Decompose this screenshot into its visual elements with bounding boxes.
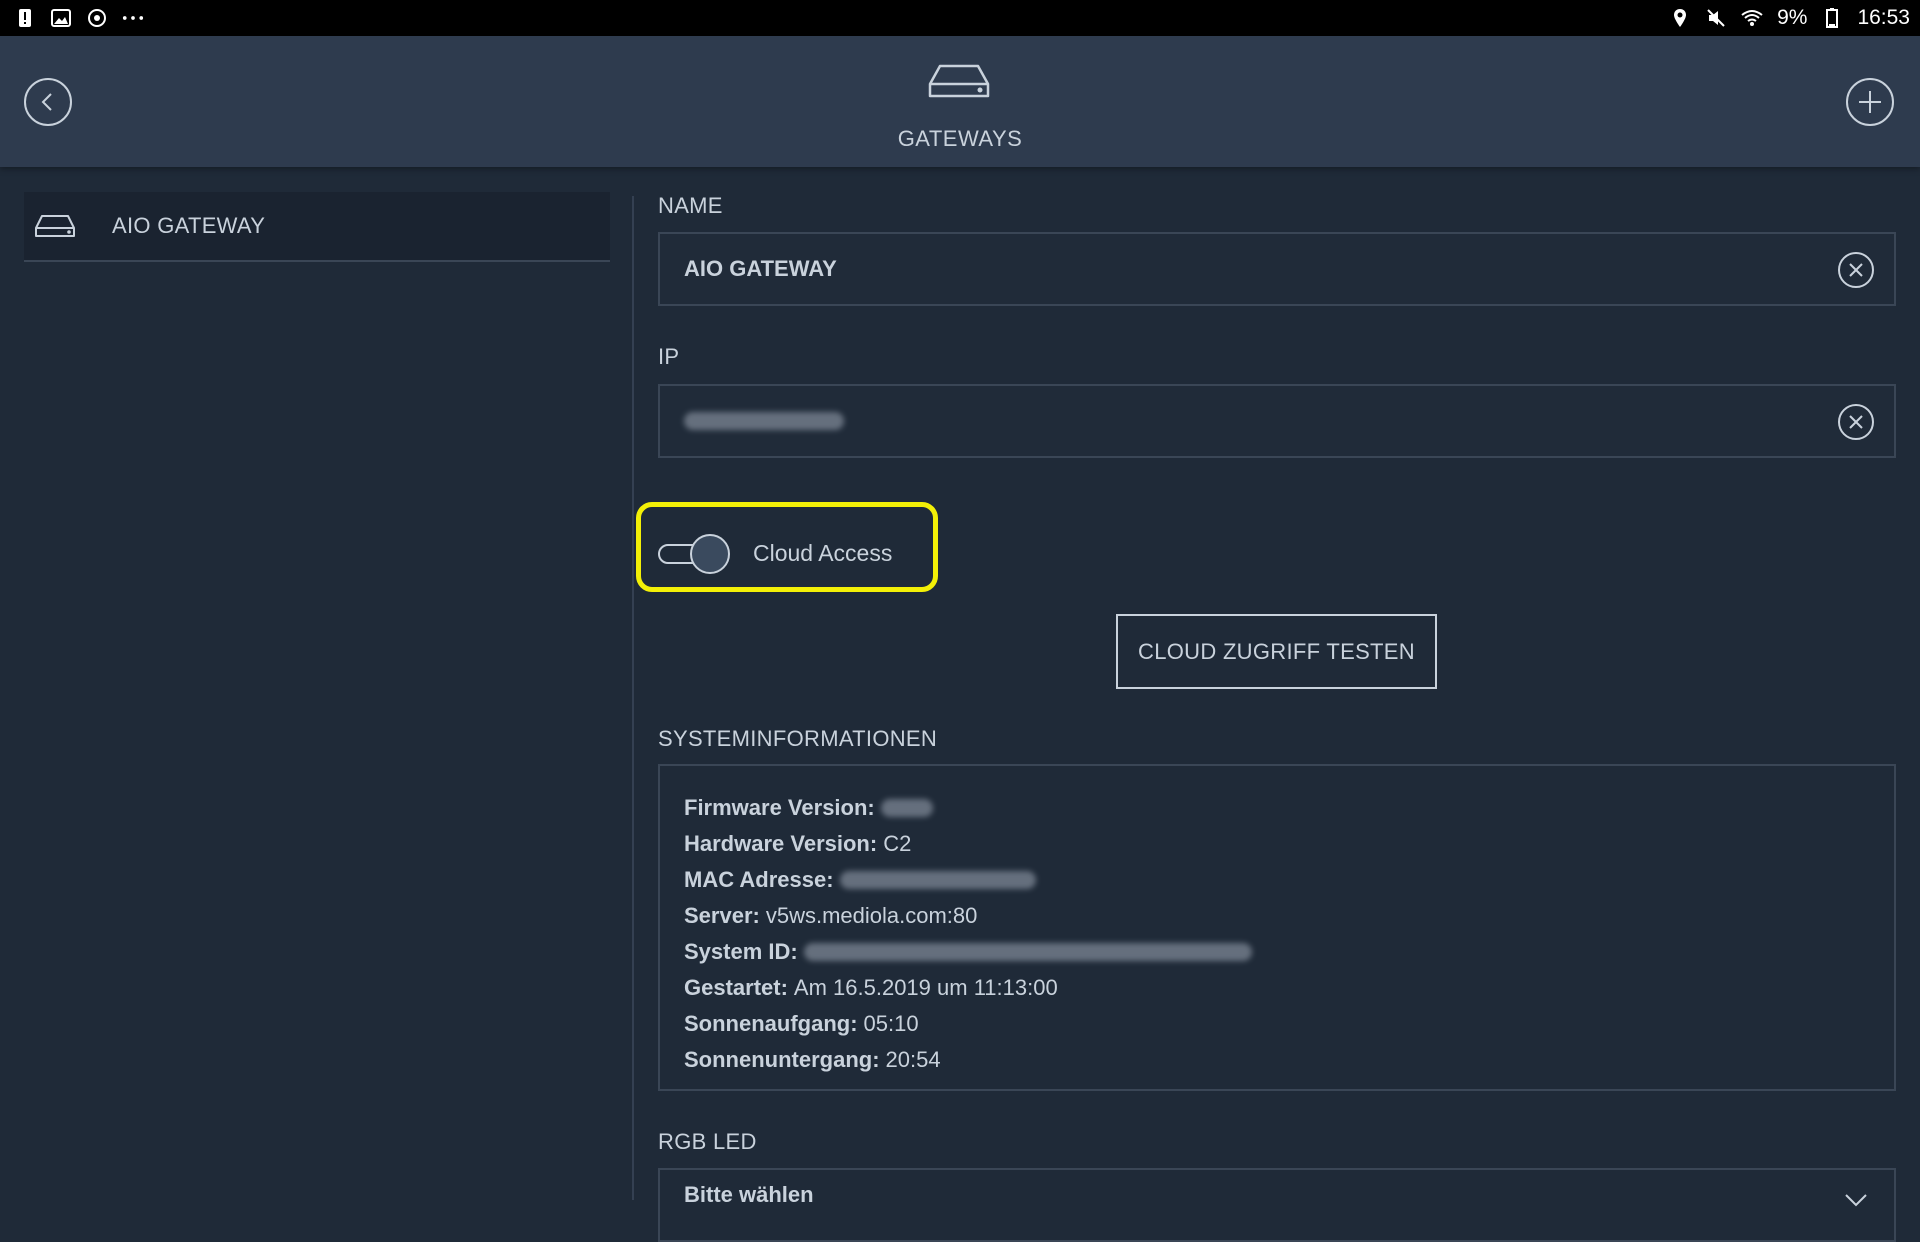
toggle-knob [690,534,730,574]
clear-name-button[interactable] [1838,252,1874,288]
ip-value-redacted [684,412,844,430]
app-header: GATEWAYS [0,36,1920,167]
info-row-mac: MAC Adresse: [684,862,1870,898]
battery-percent: 9% [1777,6,1808,29]
add-gateway-button[interactable] [1846,78,1894,126]
system-info-panel: Firmware Version: Hardware Version: C2 M… [658,764,1896,1091]
info-row-started: Gestartet: Am 16.5.2019 um 11:13:00 [684,975,1058,1000]
info-row-sunrise: Sonnenaufgang: 05:10 [684,1011,919,1036]
clear-ip-button[interactable] [1838,404,1874,440]
gateway-icon [928,64,990,98]
name-input[interactable] [684,256,1784,282]
sidebar-item-aio-gateway[interactable]: AIO GATEWAY [24,192,610,262]
info-row-sunset: Sonnenuntergang: 20:54 [684,1047,941,1072]
ip-label: IP [658,344,680,369]
location-icon [1669,7,1691,29]
ip-field[interactable] [658,384,1896,458]
system-info-title: SYSTEMINFORMATIONEN [658,726,938,751]
info-row-server: Server: v5ws.mediola.com:80 [684,903,978,928]
rgb-led-select[interactable]: Bitte wählen [658,1168,1896,1242]
wifi-icon [1741,7,1763,29]
firmware-redacted [880,799,933,817]
mac-redacted [839,871,1036,889]
more-icon [122,7,144,29]
sync-icon [86,7,108,29]
sidebar-item-label: AIO GATEWAY [112,213,266,238]
rgb-led-label: RGB LED [658,1129,757,1154]
battery-icon [1821,7,1843,29]
back-icon [41,93,52,111]
page-title: GATEWAYS [897,126,1023,151]
test-cloud-access-button[interactable]: CLOUD ZUGRIFF TESTEN [1116,614,1437,689]
gateway-icon [35,215,75,237]
panel-divider [632,196,634,1200]
info-row-firmware: Firmware Version: [684,790,1870,826]
clock: 16:53 [1857,6,1910,29]
system-id-redacted [803,943,1252,961]
back-button[interactable] [24,78,72,126]
cloud-access-toggle[interactable] [658,534,730,574]
info-row-hardware: Hardware Version: C2 [684,831,912,856]
cloud-access-label: Cloud Access [753,540,893,566]
chevron-down-icon [1845,1194,1867,1207]
name-label: NAME [658,193,723,218]
info-row-system-id: System ID: [684,934,1870,970]
close-icon [1849,263,1863,277]
close-icon [1849,415,1863,429]
gallery-icon [50,7,72,29]
name-field[interactable] [658,232,1896,306]
mute-icon [1705,7,1727,29]
status-bar: 9% 16:53 [0,0,1920,36]
warning-icon [14,7,36,29]
rgb-led-selected-value: Bitte wählen [684,1182,814,1207]
plus-icon [1859,91,1881,113]
